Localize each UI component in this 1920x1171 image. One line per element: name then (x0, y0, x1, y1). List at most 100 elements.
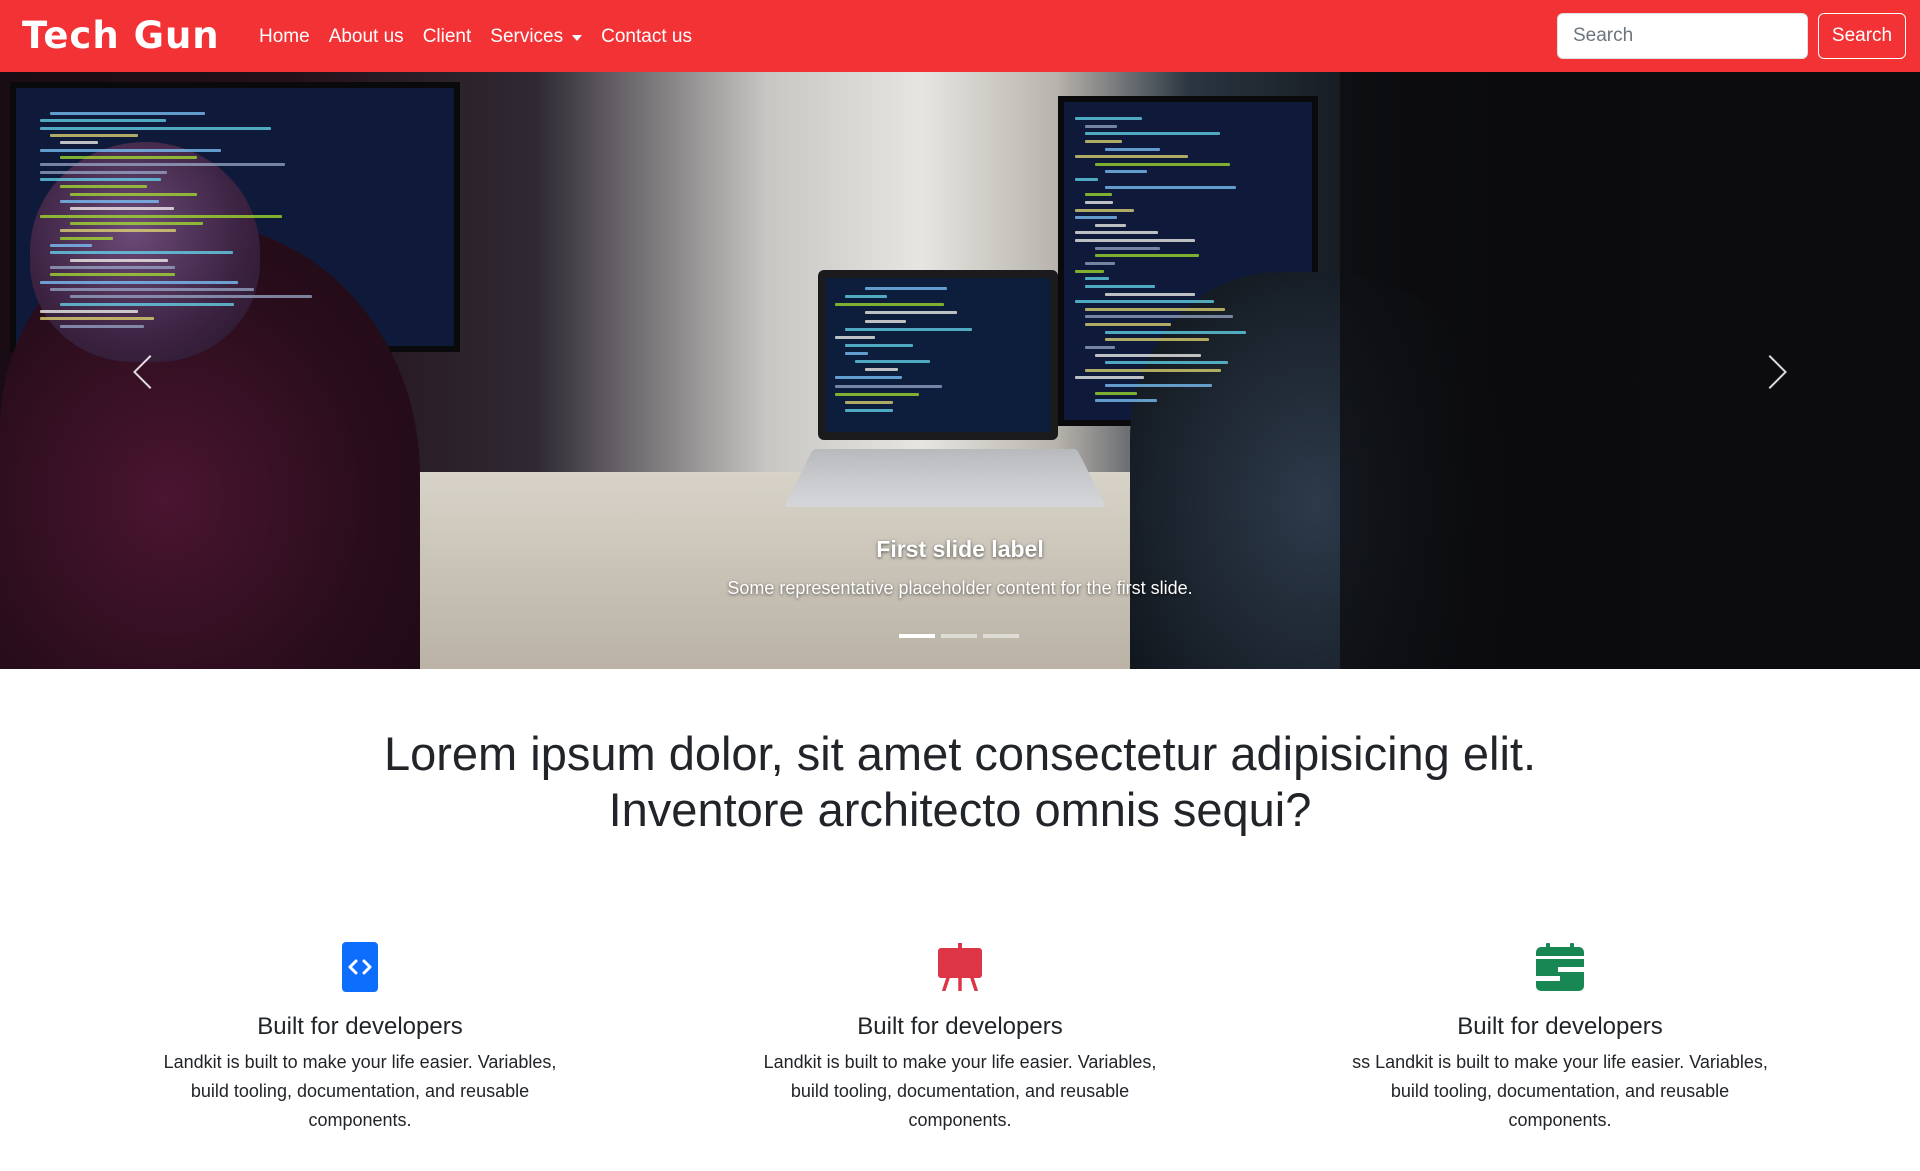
code-line (1105, 292, 1195, 296)
code-line (1085, 315, 1233, 319)
code-line (865, 287, 947, 290)
code-line (1085, 307, 1225, 311)
code-line (1085, 284, 1155, 288)
top-navbar: Tech Gun Home About us Client Services C… (0, 0, 1920, 72)
code-line (1085, 262, 1116, 265)
calendar-icon (1535, 942, 1585, 992)
code-line (845, 352, 869, 355)
code-line (865, 368, 898, 372)
code-line (1075, 208, 1135, 212)
carousel-prev-button[interactable] (115, 332, 175, 412)
code-line (70, 258, 168, 262)
code-line (1085, 193, 1112, 197)
nav-links: Home About us Client Services Contact us (259, 25, 711, 49)
code-line (40, 163, 286, 167)
code-line (70, 207, 175, 211)
code-line (845, 327, 973, 331)
code-line (1075, 300, 1214, 304)
code-line (1095, 246, 1160, 250)
nav-link-about[interactable]: About us (329, 25, 404, 49)
code-line (1075, 117, 1143, 120)
code-line (60, 236, 113, 240)
code-line (1085, 277, 1109, 281)
carousel-indicator-3[interactable] (983, 634, 1019, 638)
section-headline: Lorem ipsum dolor, sit amet consectetur … (0, 726, 1920, 838)
code-line (1105, 185, 1237, 189)
code-line (60, 200, 160, 203)
nav-link-services-label: Services (490, 26, 564, 47)
code-line (1095, 353, 1202, 357)
code-line (40, 170, 167, 174)
code-line (50, 266, 176, 269)
code-line (60, 229, 177, 233)
code-line (855, 360, 930, 364)
code-line (1085, 200, 1114, 204)
brand-logo[interactable]: Tech Gun (22, 14, 220, 58)
feature-title: Built for developers (1457, 1013, 1663, 1040)
code-line (60, 156, 197, 159)
carousel-indicators (899, 634, 1019, 638)
chevron-left-icon (133, 355, 167, 389)
code-icon (335, 942, 385, 992)
code-line (845, 343, 914, 347)
code-line (60, 302, 234, 306)
code-line (50, 112, 205, 115)
code-line (1075, 178, 1098, 182)
code-line (1105, 170, 1148, 174)
code-line (1095, 399, 1157, 403)
feature-title: Built for developers (257, 1013, 463, 1040)
carousel-caption-text: Some representative placeholder content … (727, 578, 1193, 598)
feature-text: ss Landkit is built to make your life ea… (1352, 1052, 1768, 1130)
carousel-next-button[interactable] (1745, 332, 1805, 412)
code-line (835, 376, 902, 380)
feature-text: Landkit is built to make your life easie… (163, 1052, 557, 1130)
carousel-indicator-2[interactable] (941, 634, 977, 638)
code-line (835, 303, 944, 307)
easel-icon (935, 942, 985, 992)
code-line (1105, 338, 1209, 342)
nav-link-contact[interactable]: Contact us (601, 25, 692, 49)
code-line (50, 244, 92, 247)
code-line (845, 295, 888, 299)
code-line (40, 280, 239, 284)
code-line (1095, 391, 1138, 395)
search-input[interactable] (1557, 13, 1808, 59)
code-line (1105, 147, 1160, 151)
headline-line-2: Inventore architecto omnis sequi? (608, 783, 1312, 836)
code-line (845, 408, 893, 412)
code-line (1095, 162, 1230, 166)
code-line (1105, 361, 1229, 365)
code-line (1085, 132, 1221, 136)
code-line (1085, 368, 1222, 372)
nav-link-home[interactable]: Home (259, 25, 310, 49)
code-line (50, 273, 176, 277)
code-line (835, 384, 943, 388)
search-button[interactable]: Search (1818, 13, 1906, 59)
code-line (1075, 216, 1117, 220)
feature-text: Landkit is built to make your life easie… (763, 1052, 1157, 1130)
code-line (60, 185, 148, 189)
code-line (40, 317, 155, 321)
code-line (1095, 254, 1200, 258)
code-line (1095, 223, 1127, 227)
code-line (865, 319, 907, 323)
code-line (70, 192, 197, 196)
code-line (835, 392, 920, 396)
code-line (40, 214, 283, 218)
code-line (40, 178, 161, 181)
code-line (50, 134, 139, 137)
code-line (1075, 269, 1105, 273)
code-line (835, 335, 875, 339)
chevron-right-icon (1753, 355, 1787, 389)
carousel-indicator-1[interactable] (899, 634, 935, 638)
code-line (1075, 155, 1189, 159)
code-line (50, 288, 254, 291)
nav-dropdown-services[interactable]: Services (490, 25, 583, 49)
caret-down-icon (572, 35, 583, 41)
code-line (40, 148, 222, 152)
nav-link-client[interactable]: Client (423, 25, 472, 49)
code-line (60, 324, 144, 328)
code-line (1105, 384, 1212, 388)
code-line (40, 126, 271, 130)
code-line (1105, 330, 1246, 334)
